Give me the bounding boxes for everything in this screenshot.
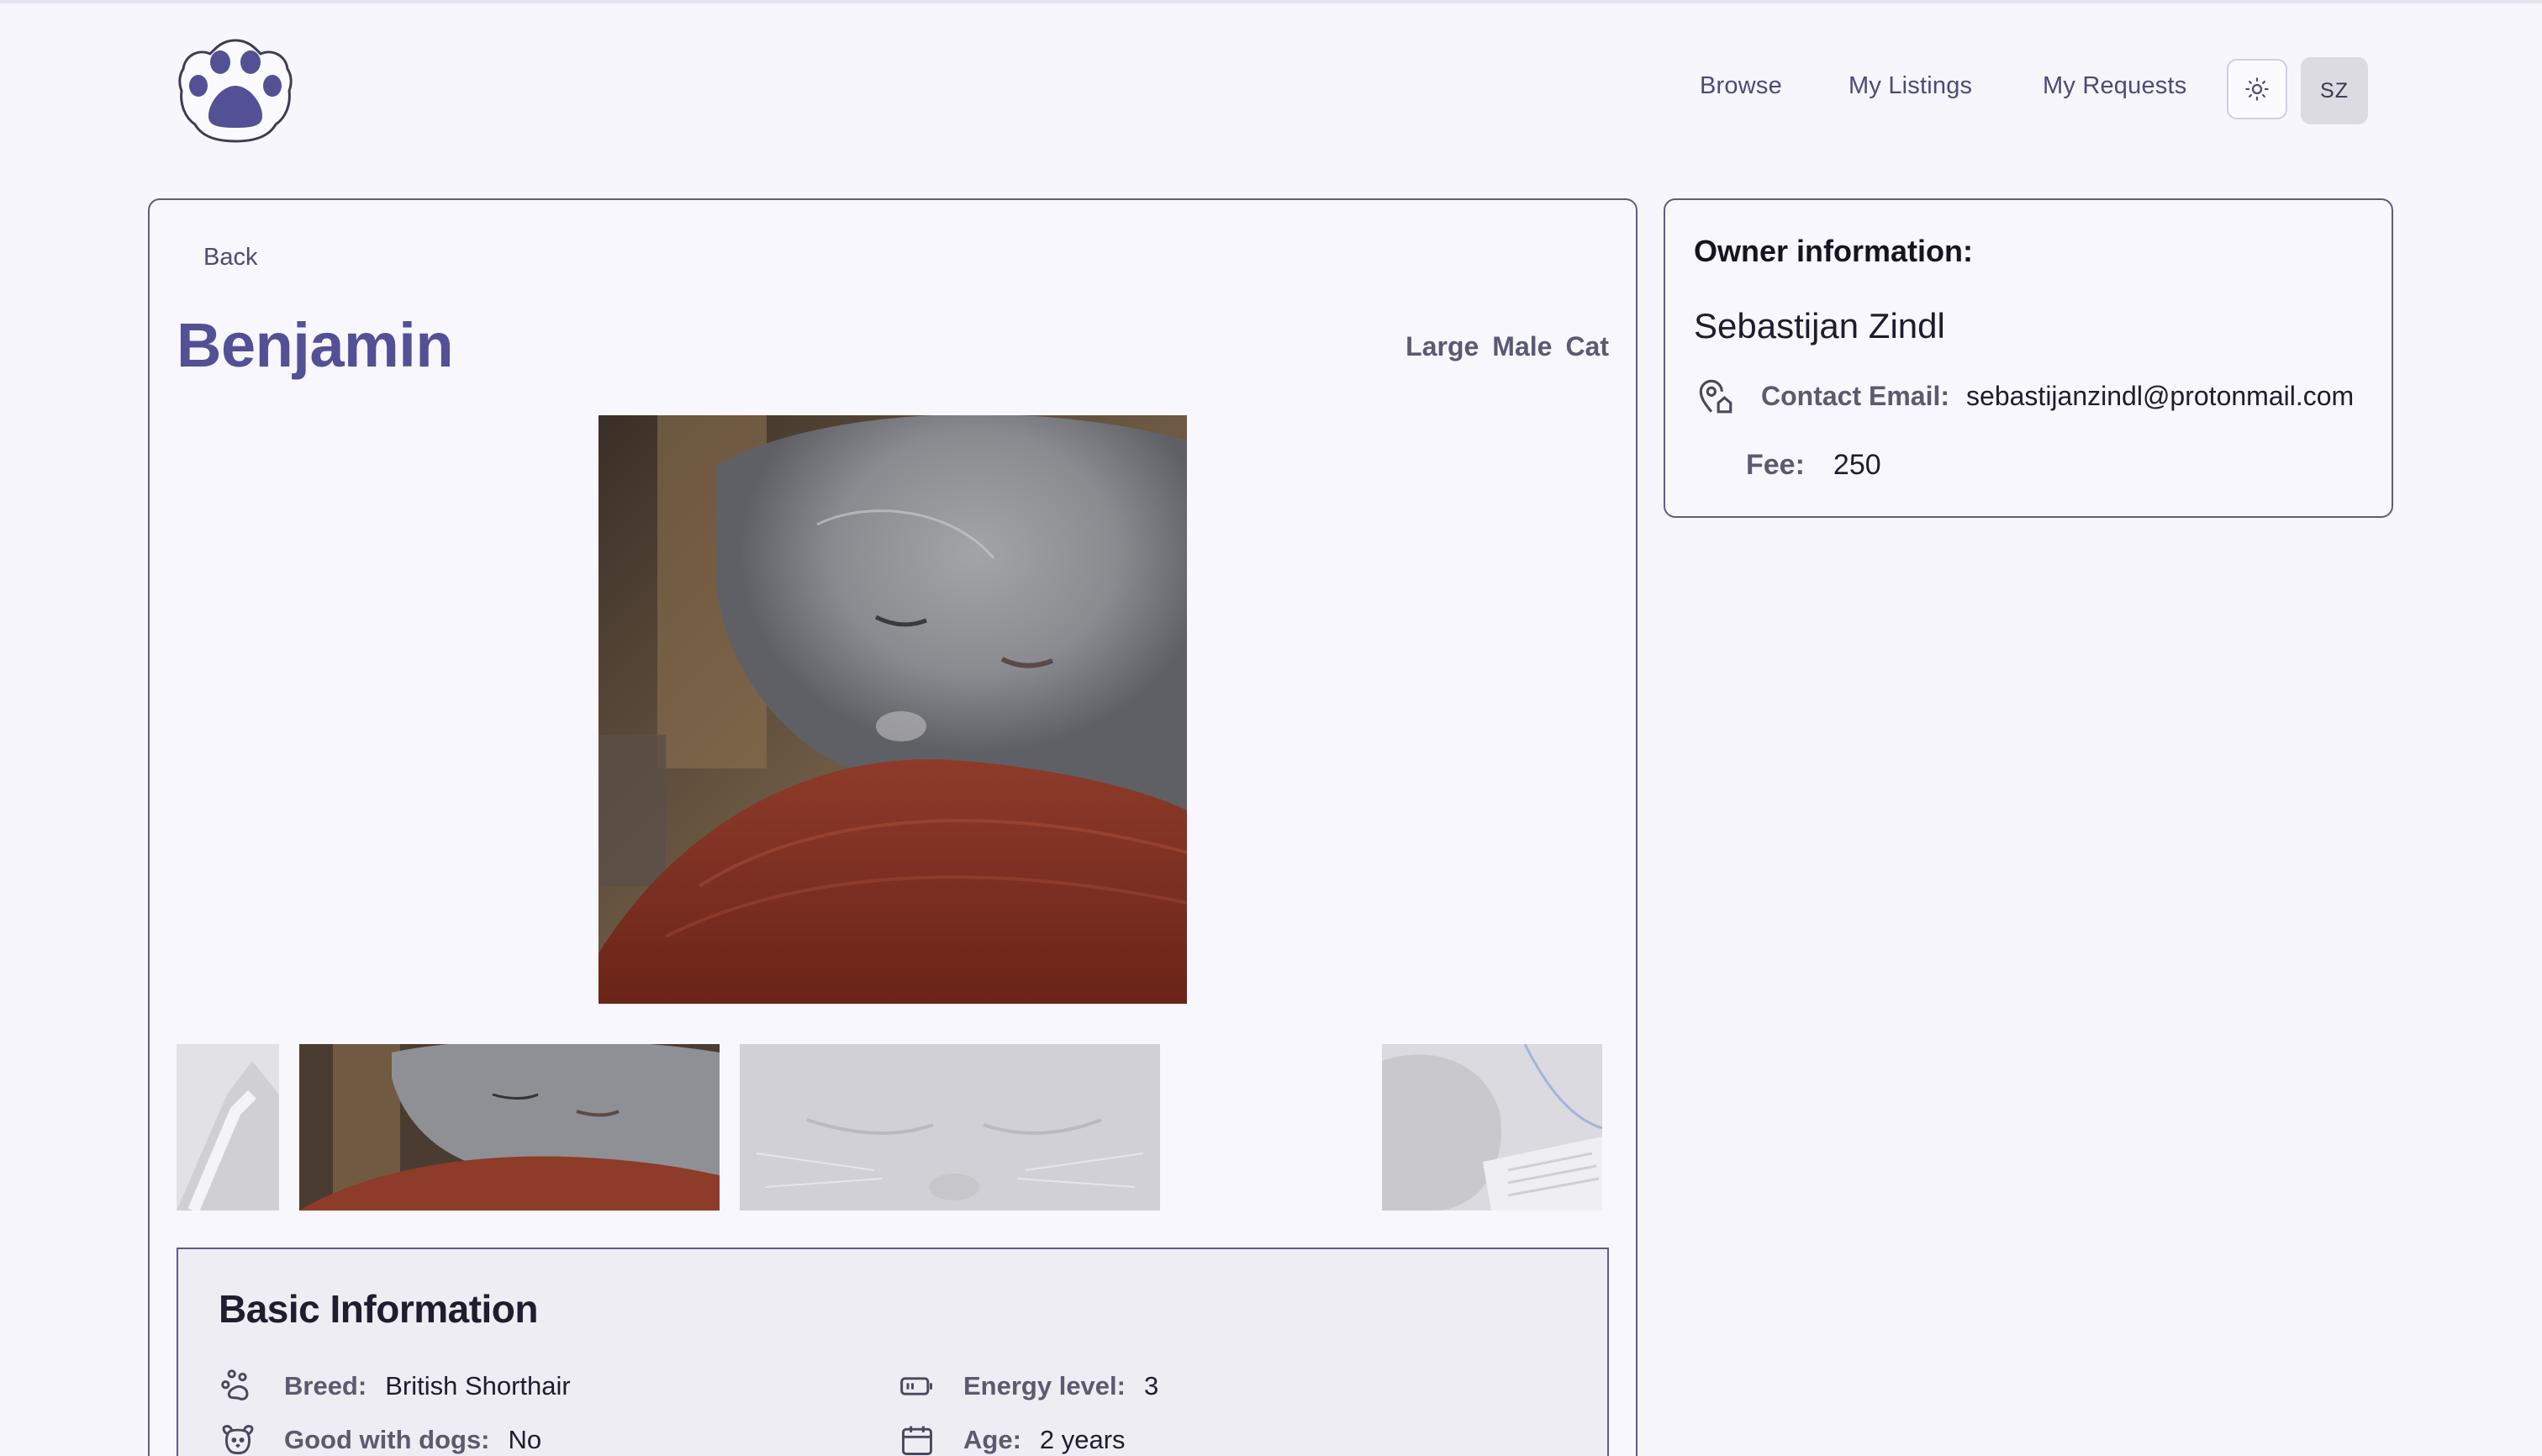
breed-row: Breed: British Shorthair bbox=[219, 1367, 571, 1406]
owner-information-card: Owner information: Sebastijan Zindl Cont… bbox=[1664, 198, 2393, 518]
sun-icon bbox=[2245, 77, 2269, 101]
photo-thumbnail-1[interactable] bbox=[177, 1044, 279, 1211]
photo-thumbnail-3[interactable] bbox=[740, 1044, 1160, 1211]
pet-name: Benjamin bbox=[177, 310, 454, 380]
age-row: Age: 2 years bbox=[898, 1421, 1126, 1456]
photo-thumbnail-4[interactable] bbox=[1382, 1044, 1602, 1211]
tag-size: Large bbox=[1405, 331, 1479, 361]
paw-print-icon bbox=[219, 1367, 257, 1406]
basic-information-panel: Basic Information Breed: British Shortha… bbox=[177, 1248, 1609, 1456]
energy-level-row: Energy level: 3 bbox=[898, 1367, 1158, 1406]
tag-species: Cat bbox=[1565, 331, 1609, 361]
main-pet-photo bbox=[599, 415, 1187, 1004]
energy-level-label: Energy level: bbox=[963, 1371, 1126, 1401]
energy-level-value: 3 bbox=[1143, 1371, 1159, 1401]
pet-tags: Large Male Cat bbox=[1405, 331, 1609, 362]
breed-label: Breed: bbox=[284, 1371, 367, 1401]
contact-email-value[interactable]: sebastijanzindl@protonmail.com bbox=[1966, 381, 2354, 412]
nav-browse-link[interactable]: Browse bbox=[1700, 72, 1782, 100]
nav-my-requests-link[interactable]: My Requests bbox=[2043, 72, 2186, 100]
location-home-icon bbox=[1699, 379, 1732, 414]
back-link[interactable]: Back bbox=[203, 244, 257, 272]
age-label: Age: bbox=[963, 1425, 1021, 1454]
tag-sex: Male bbox=[1492, 331, 1553, 361]
fee-row: Fee: 250 bbox=[1746, 449, 1881, 482]
page: Browse My Listings My Requests SZ Back B… bbox=[0, 0, 2542, 1456]
fee-value: 250 bbox=[1833, 449, 1881, 481]
owner-information-title: Owner information: bbox=[1694, 234, 1973, 268]
theme-toggle-button[interactable] bbox=[2227, 59, 2287, 119]
battery-icon bbox=[898, 1367, 936, 1406]
contact-email-label: Contact Email: bbox=[1761, 380, 1950, 411]
dog-icon bbox=[219, 1421, 257, 1456]
calendar-icon bbox=[898, 1421, 936, 1456]
top-nav: Browse My Listings My Requests SZ bbox=[0, 54, 2542, 124]
pet-detail-card: Back Benjamin Large Male Cat Basic Infor… bbox=[148, 198, 1638, 1456]
fee-label: Fee: bbox=[1746, 449, 1805, 481]
owner-email-row: Contact Email: sebastijanzindl@protonmai… bbox=[1694, 375, 2354, 417]
basic-information-title: Basic Information bbox=[219, 1287, 539, 1331]
good-with-dogs-label: Good with dogs: bbox=[284, 1425, 490, 1454]
nav-my-listings-link[interactable]: My Listings bbox=[1848, 72, 1972, 100]
user-avatar-button[interactable]: SZ bbox=[2301, 57, 2368, 124]
good-with-dogs-row: Good with dogs: No bbox=[219, 1421, 541, 1456]
age-value: 2 years bbox=[1039, 1425, 1126, 1454]
photo-thumbnail-2[interactable] bbox=[299, 1044, 720, 1211]
breed-value: British Shorthair bbox=[385, 1371, 571, 1401]
owner-name: Sebastijan Zindl bbox=[1694, 306, 1945, 346]
good-with-dogs-value: No bbox=[508, 1425, 542, 1454]
